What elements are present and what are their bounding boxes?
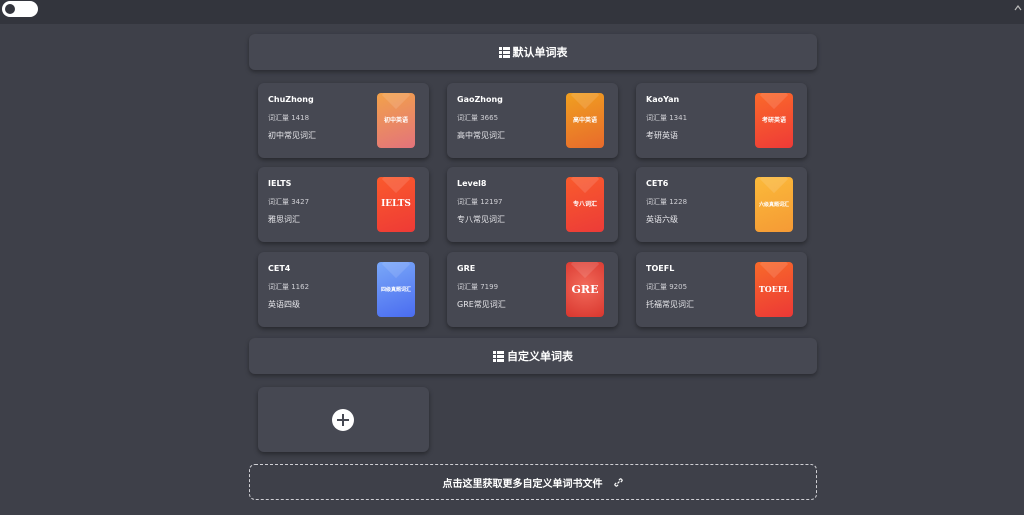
book-card-chuzhong[interactable]: ChuZhong 词汇量 1418 初中常见词汇 初中英语 bbox=[258, 83, 429, 158]
book-card-cet6[interactable]: CET6 词汇量 1228 英语六级 六级真题词汇 bbox=[636, 167, 807, 242]
book-word-count: 词汇量 1418 bbox=[268, 114, 310, 122]
book-name: KaoYan bbox=[646, 95, 680, 104]
book-name: TOEFL bbox=[646, 264, 675, 273]
book-name: GaoZhong bbox=[457, 95, 503, 104]
add-custom-wordlist-button[interactable] bbox=[258, 387, 429, 452]
book-cover: 专八词汇 bbox=[566, 177, 604, 232]
book-name: IELTS bbox=[268, 179, 292, 188]
book-description: 英语六级 bbox=[646, 215, 678, 224]
default-wordlist-header: 默认单词表 bbox=[249, 34, 817, 70]
cover-title: 高中英语 bbox=[572, 116, 597, 124]
book-word-count: 词汇量 12197 bbox=[457, 198, 503, 206]
book-card-kaoyan[interactable]: KaoYan 词汇量 1341 考研英语 考研英语 bbox=[636, 83, 807, 158]
book-name: ChuZhong bbox=[268, 95, 314, 104]
book-card-cet4[interactable]: CET4 词汇量 1162 英语四级 四级真题词汇 bbox=[258, 252, 429, 327]
more-link-label: 点击这里获取更多自定义单词书文件 bbox=[442, 478, 603, 490]
theme-toggle[interactable] bbox=[2, 1, 38, 17]
cover-title: 四级真题词汇 bbox=[380, 286, 411, 293]
book-name: GRE bbox=[457, 264, 476, 273]
book-card-level8[interactable]: Level8 词汇量 12197 专八常见词汇 专八词汇 bbox=[447, 167, 618, 242]
link-icon bbox=[613, 477, 624, 488]
book-description: 英语四级 bbox=[268, 300, 300, 309]
book-name: Level8 bbox=[457, 179, 487, 188]
book-cover: IELTS bbox=[377, 177, 415, 232]
book-description: GRE常见词汇 bbox=[457, 300, 506, 309]
cover-title: TOEFL bbox=[758, 283, 790, 294]
book-description: 雅思词汇 bbox=[268, 215, 300, 224]
top-bar bbox=[0, 0, 1024, 24]
book-word-count: 词汇量 7199 bbox=[457, 283, 499, 291]
book-name: CET6 bbox=[646, 179, 669, 188]
list-grid-icon bbox=[498, 46, 510, 58]
book-word-count: 词汇量 3665 bbox=[457, 114, 499, 122]
list-grid-icon bbox=[493, 350, 504, 362]
book-description: 高中常见词汇 bbox=[457, 131, 505, 140]
book-cover: GRE bbox=[566, 262, 604, 317]
cover-title: GRE bbox=[571, 282, 599, 296]
book-card-ielts[interactable]: IELTS 词汇量 3427 雅思词汇 IELTS bbox=[258, 167, 429, 242]
more-wordlists-link[interactable]: 点击这里获取更多自定义单词书文件 bbox=[249, 464, 817, 500]
book-cover: 四级真题词汇 bbox=[377, 262, 415, 317]
plus-circle-icon bbox=[332, 409, 354, 431]
cover-title: 考研英语 bbox=[761, 116, 786, 124]
book-cover: 初中英语 bbox=[377, 93, 415, 148]
book-word-count: 词汇量 9205 bbox=[646, 283, 688, 291]
cover-title: 六级真题词汇 bbox=[758, 201, 789, 208]
book-word-count: 词汇量 1228 bbox=[646, 198, 688, 206]
book-word-count: 词汇量 1341 bbox=[646, 114, 688, 122]
book-name: CET4 bbox=[268, 264, 291, 273]
default-section-title: 默认单词表 bbox=[512, 46, 568, 59]
book-description: 托福常见词汇 bbox=[646, 300, 694, 309]
cover-title: 专八词汇 bbox=[572, 200, 597, 208]
book-card-toefl[interactable]: TOEFL 词汇量 9205 托福常见词汇 TOEFL bbox=[636, 252, 807, 327]
book-word-count: 词汇量 3427 bbox=[268, 198, 310, 206]
cover-title: IELTS bbox=[381, 199, 411, 210]
book-card-gaozhong[interactable]: GaoZhong 词汇量 3665 高中常见词汇 高中英语 bbox=[447, 83, 618, 158]
toggle-knob bbox=[5, 4, 15, 14]
book-card-gre[interactable]: GRE 词汇量 7199 GRE常见词汇 GRE bbox=[447, 252, 618, 327]
book-cover: 六级真题词汇 bbox=[755, 177, 793, 232]
book-description: 初中常见词汇 bbox=[268, 131, 316, 140]
custom-wordlist-header: 自定义单词表 bbox=[249, 338, 817, 374]
cover-title: 初中英语 bbox=[383, 116, 408, 124]
book-cover: TOEFL bbox=[755, 262, 793, 317]
settings-icon[interactable] bbox=[1014, 3, 1022, 13]
book-description: 专八常见词汇 bbox=[457, 215, 505, 224]
book-word-count: 词汇量 1162 bbox=[268, 283, 310, 291]
book-cover: 高中英语 bbox=[566, 93, 604, 148]
custom-section-title: 自定义单词表 bbox=[507, 350, 573, 363]
book-description: 考研英语 bbox=[646, 131, 678, 140]
book-cover: 考研英语 bbox=[755, 93, 793, 148]
